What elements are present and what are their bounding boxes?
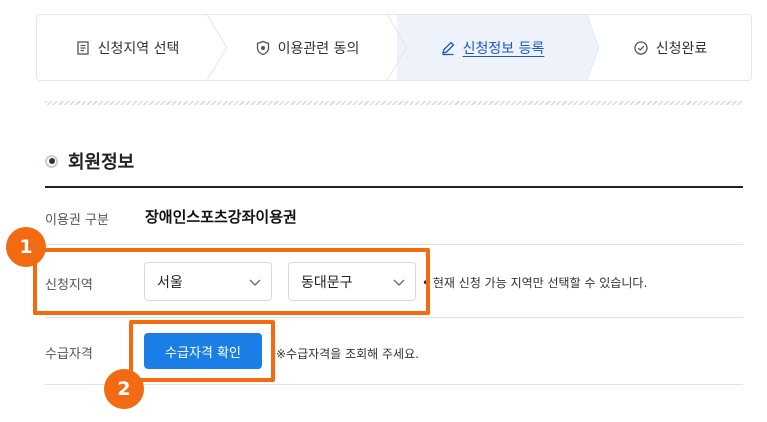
pencil-icon [441, 41, 455, 55]
region-note: • 현재 신청 가능 지역만 선택할 수 있습니다. [422, 276, 648, 290]
step-terms-agree: 이용관련 동의 [217, 15, 397, 80]
usage-type-value: 장애인스포츠강좌이용권 [145, 208, 297, 226]
step-label: 이용관련 동의 [277, 40, 360, 57]
step-separator [386, 15, 409, 80]
usage-type-label: 이용권 구분 [45, 213, 109, 228]
step-separator [575, 15, 599, 80]
step-label: 신청정보 등록 [462, 40, 545, 57]
step-label: 신청지역 선택 [97, 40, 180, 57]
shield-icon [256, 40, 269, 55]
step-badge-2: 2 [104, 369, 144, 409]
step-label: 신청완료 [655, 40, 708, 57]
row-divider [45, 317, 743, 318]
row-divider [45, 244, 743, 245]
eligibility-label: 수급자격 [45, 347, 93, 362]
step-badge-1: 1 [6, 227, 46, 267]
section-title-text: 회원정보 [68, 152, 135, 173]
step-separator [206, 15, 228, 80]
check-circle-icon [634, 40, 648, 55]
document-icon [76, 40, 89, 55]
bullet-icon [45, 154, 58, 168]
step-info-register: 신청정보 등록 [397, 15, 587, 80]
section-title: 회원정보 [45, 148, 134, 174]
highlight-box-region [33, 248, 430, 315]
step-complete: 신청완료 [587, 15, 751, 80]
divider [45, 101, 743, 105]
step-region-select: 신청지역 선택 [37, 15, 217, 80]
table-top-border [45, 186, 743, 188]
highlight-box-eligibility [129, 320, 275, 382]
step-progress-bar: 신청지역 선택 이용관련 동의 신청정보 등록 신청완료 [36, 14, 752, 81]
row-divider [45, 384, 743, 385]
eligibility-note: ※수급자격을 조회해 주세요. [276, 347, 419, 361]
